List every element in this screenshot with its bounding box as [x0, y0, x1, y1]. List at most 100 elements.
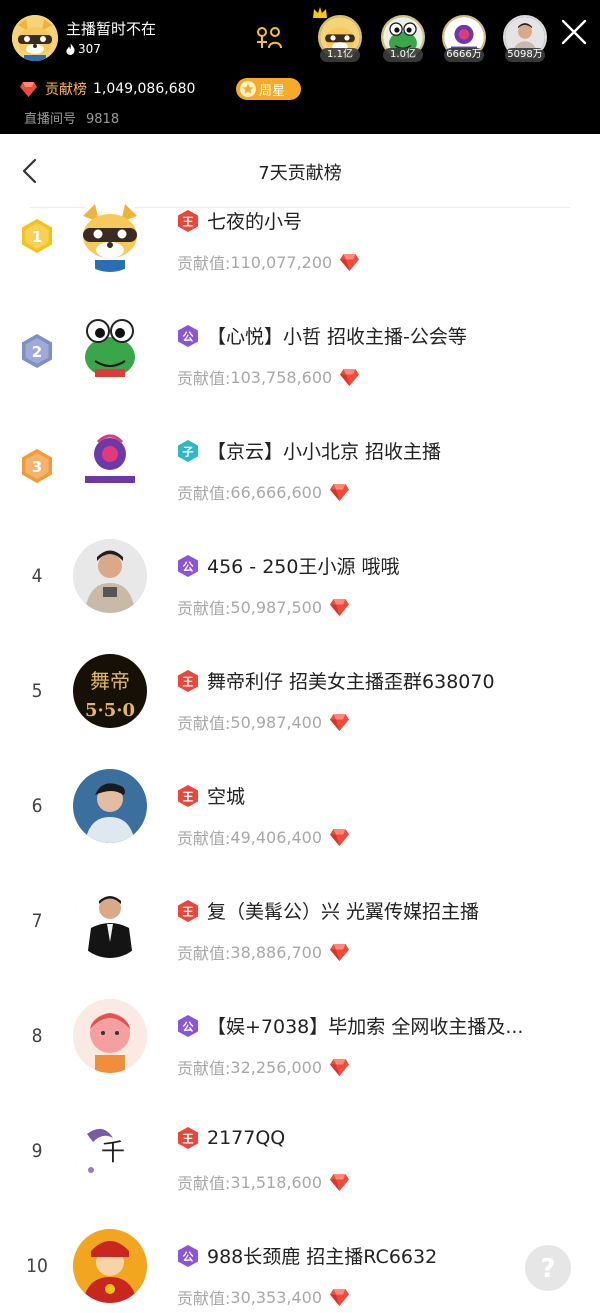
star-icon — [240, 81, 256, 97]
contribution-summary[interactable]: 贡献榜 1,049,086,680 — [20, 79, 195, 99]
user-name: 七夜的小号 — [207, 211, 303, 233]
user-avatar[interactable] — [73, 424, 147, 498]
score-value: 50,987,400 — [230, 712, 323, 732]
user-avatar[interactable] — [73, 198, 147, 272]
page-title: 7天贡献榜 — [258, 163, 342, 184]
svg-text:王: 王 — [183, 675, 194, 688]
user-name: 【娱+7038】毕加索 全网收主播及... — [207, 1016, 524, 1038]
top-viewer-1[interactable]: 1.1亿 — [313, 7, 362, 62]
week-star-label: 周星 — [259, 83, 286, 99]
user-avatar[interactable] — [73, 769, 147, 843]
top-viewer-2[interactable]: 1.0亿 — [381, 15, 425, 62]
user-name-line: 公 456 - 250王小源 哦哦 — [177, 552, 400, 579]
rank-number: 5 — [31, 680, 43, 702]
user-name: 【京云】小小北京 招收主播 — [207, 441, 442, 463]
room-id: 9818 — [86, 112, 120, 127]
user-name: 988长颈鹿 招主播RC6632 — [207, 1246, 438, 1268]
rank-row[interactable]: 8 公【娱+7038】毕加索 全网收主播及... 贡献值: 32,256,000 — [0, 999, 600, 1128]
level-badge-icon: 王 — [178, 669, 198, 692]
contribution-score-line: 贡献值: 50,987,400 — [177, 710, 350, 734]
user-name-line: 公【娱+7038】毕加索 全网收主播及... — [177, 1012, 523, 1039]
svg-text:王: 王 — [183, 215, 194, 228]
rank-row[interactable]: 9 千 王 2177QQ 贡献值: 31,518,600 — [0, 1114, 600, 1243]
rank-row[interactable]: 10 公 988长颈鹿 招主播RC6632 贡献值: 30,353,400 — [0, 1229, 600, 1313]
user-avatar[interactable] — [73, 539, 147, 613]
contribution-score-line: 贡献值: 110,077,200 — [177, 250, 360, 274]
hot-count-value: 307 — [78, 42, 101, 56]
user-name-line: 公【心悦】小哲 招收主播-公会等 — [177, 322, 467, 349]
contribution-score-line: 贡献值: 38,886,700 — [177, 940, 350, 964]
rank-number: 9 — [31, 1140, 43, 1162]
gem-icon — [330, 713, 350, 731]
rank-row[interactable]: 4 公 456 - 250王小源 哦哦贡献值: 50,987,500 — [0, 539, 600, 668]
svg-text:舞帝: 舞帝 — [90, 669, 130, 693]
top-viewer-4[interactable]: 5098万 — [503, 15, 547, 62]
rank-row[interactable]: 1 王七夜的小号贡献值: 110,077,200 — [0, 198, 600, 323]
question-icon[interactable]: ? — [524, 1244, 572, 1292]
rank-number: 4 — [31, 565, 43, 587]
gem-icon — [330, 598, 350, 616]
svg-text:3: 3 — [32, 458, 42, 476]
svg-text:公: 公 — [183, 1250, 194, 1263]
top-viewer-3[interactable]: 6666万 — [442, 15, 486, 62]
rank-row[interactable]: 7 王复（美髯公）兴 光翼传媒招主播 贡献值: 38,886,700 — [0, 884, 600, 1013]
user-name: 456 - 250王小源 哦哦 — [207, 556, 400, 578]
gem-icon — [330, 1058, 350, 1076]
jingyun-logo-avatar-icon — [73, 424, 147, 498]
raccoon-avatar-icon — [73, 198, 147, 272]
frog-avatar-icon — [73, 309, 147, 383]
ranking-header: 7天贡献榜 — [0, 134, 600, 208]
raccoon-avatar-icon — [12, 15, 58, 61]
top-viewer-value: 5098万 — [505, 48, 545, 62]
user-avatar[interactable] — [73, 999, 147, 1073]
contribution-score-line: 贡献值: 66,666,600 — [177, 480, 350, 504]
user-avatar[interactable]: 千 — [73, 1114, 147, 1188]
level-badge-icon: 王 — [178, 209, 198, 232]
host-avatar[interactable] — [12, 15, 58, 61]
gem-icon — [330, 1288, 350, 1306]
svg-text:1: 1 — [32, 228, 42, 246]
svg-text:公: 公 — [183, 560, 194, 573]
level-badge-icon: 王 — [178, 899, 198, 922]
svg-text:王: 王 — [183, 790, 194, 803]
user-avatar[interactable] — [73, 884, 147, 958]
rank-number: 8 — [31, 1025, 43, 1047]
score-label: 贡献值: — [177, 714, 231, 733]
close-icon[interactable] — [559, 17, 589, 47]
user-name: 复（美髯公）兴 光翼传媒招主播 — [207, 901, 480, 923]
rank-row[interactable]: 5 舞帝 5·5·0 王舞帝利仔 招美女主播歪群638070 贡献值: 50,987,4… — [0, 654, 600, 783]
user-avatar[interactable] — [73, 1229, 147, 1303]
svg-text:公: 公 — [183, 1020, 194, 1033]
man-photo-avatar-icon — [73, 539, 147, 613]
user-avatar[interactable] — [73, 309, 147, 383]
user-name: 2177QQ — [207, 1127, 286, 1149]
man-suit-avatar-icon — [73, 884, 147, 958]
contribution-score-line: 贡献值: 31,518,600 — [177, 1170, 350, 1194]
rank-row[interactable]: 3 子【京云】小小北京 招收主播贡献值: 66,666,600 — [0, 424, 600, 553]
contribution-score-line: 贡献值: 49,406,400 — [177, 825, 350, 849]
rank-row[interactable]: 6 王空城贡献值: 49,406,400 — [0, 769, 600, 898]
host-name: 主播暂时不在 — [66, 20, 157, 38]
score-label: 贡献值: — [177, 484, 231, 503]
gem-icon — [330, 483, 350, 501]
man-portrait-avatar-icon — [73, 769, 147, 843]
score-value: 38,886,700 — [230, 942, 323, 962]
svg-text:王: 王 — [183, 1133, 194, 1146]
user-name: 【心悦】小哲 招收主播-公会等 — [207, 326, 467, 348]
score-value: 30,353,400 — [230, 1287, 323, 1307]
score-label: 贡献值: — [177, 599, 231, 618]
user-name: 舞帝利仔 招美女主播歪群638070 — [207, 671, 495, 693]
contribution-score-line: 贡献值: 30,353,400 — [177, 1285, 350, 1309]
rank-number: 6 — [31, 795, 43, 817]
week-star-button[interactable]: 周星 — [236, 78, 301, 100]
follow-icon[interactable] — [254, 26, 284, 50]
user-name-line: 王空城 — [177, 782, 245, 809]
level-badge-icon: 公 — [178, 554, 198, 577]
score-value: 31,518,600 — [230, 1172, 323, 1192]
host-hot-count: 307 — [66, 42, 101, 56]
level-badge-icon: 子 — [178, 439, 198, 462]
user-avatar[interactable]: 舞帝 5·5·0 — [73, 654, 147, 728]
score-value: 50,987,500 — [230, 597, 323, 617]
user-name-line: 王复（美髯公）兴 光翼传媒招主播 — [177, 897, 479, 924]
rank-row[interactable]: 2 公【心悦】小哲 招收主播-公会等 贡献值: 103,758,600 — [0, 309, 600, 438]
